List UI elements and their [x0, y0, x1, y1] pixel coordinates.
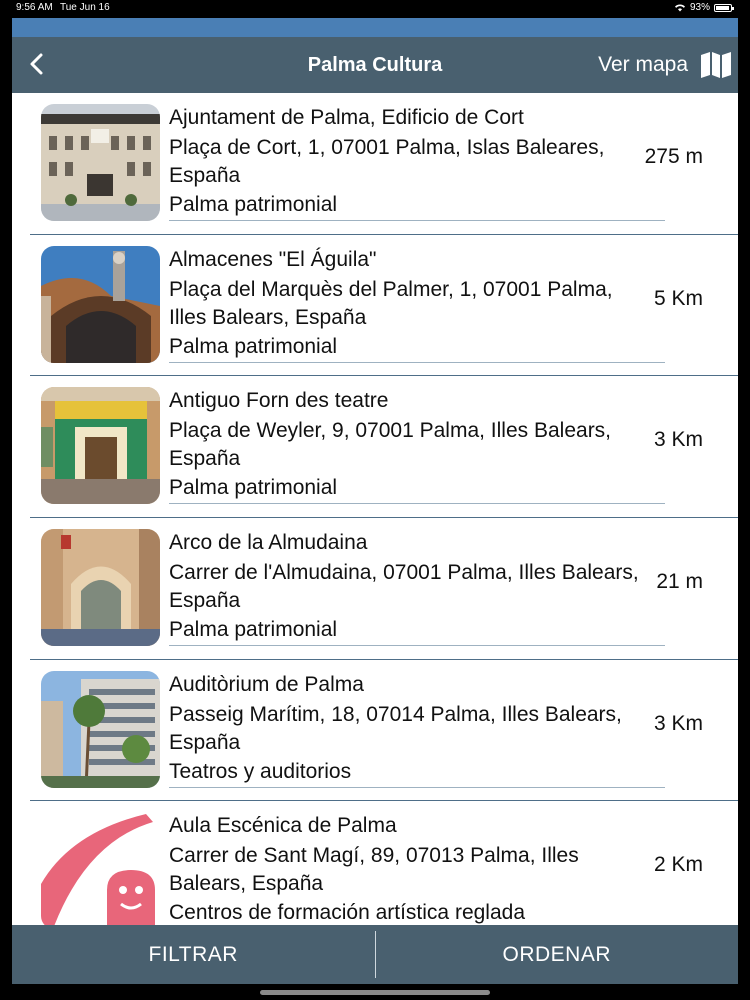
text-underline: [169, 503, 665, 505]
battery-percent: 93%: [689, 2, 710, 13]
item-name: Antiguo Forn des teatre: [169, 389, 389, 413]
list-item[interactable]: Almacenes "El Águila" Plaça del Marquès …: [12, 235, 738, 377]
item-name: Aula Escénica de Palma: [169, 814, 397, 838]
place-thumbnail: [41, 670, 160, 788]
item-distance: 5 Km: [653, 286, 703, 310]
place-thumbnail: [41, 104, 160, 221]
item-distance: 21 m: [656, 570, 703, 594]
place-thumbnail: [41, 529, 160, 647]
list-item[interactable]: Antiguo Forn des teatre Plaça de Weyler,…: [12, 376, 738, 519]
status-time: 9:56 AM: [16, 2, 53, 13]
item-category: Teatros y auditorios: [169, 759, 352, 783]
item-name: Almacenes "El Águila": [169, 247, 377, 271]
places-list[interactable]: Ajuntament de Palma, Edificio de Cort Pl…: [12, 93, 738, 925]
item-category: Palma patrimonial: [169, 618, 338, 642]
place-thumbnail: [41, 812, 160, 925]
item-text: Aula Escénica de Palma Carrer de Sant Ma…: [169, 811, 639, 925]
list-item[interactable]: Aula Escénica de Palma Carrer de Sant Ma…: [12, 801, 738, 925]
item-distance: 3 Km: [653, 711, 703, 735]
place-thumbnail: [41, 245, 160, 363]
wifi-icon: [674, 4, 685, 12]
item-category: Centros de formación artística reglada: [169, 901, 526, 925]
view-map-button[interactable]: Ver mapa: [598, 51, 732, 79]
sort-button[interactable]: ORDENAR: [376, 925, 739, 984]
status-bar: 9:56 AM Tue Jun 16 93%: [0, 0, 750, 16]
text-underline: [169, 220, 665, 221]
item-address: Plaça de Weyler, 9, 07001 Palma, Illes B…: [169, 419, 612, 471]
item-address: Carrer de l'Almudaina, 07001 Palma, Ille…: [169, 561, 639, 613]
text-underline: [169, 786, 665, 788]
nav-bar: Palma Cultura Ver mapa: [12, 37, 738, 93]
item-category: Palma patrimonial: [169, 193, 338, 216]
bottom-toolbar: FILTRAR ORDENAR: [12, 925, 738, 984]
item-text: Antiguo Forn des teatre Plaça de Weyler,…: [169, 386, 639, 502]
item-category: Palma patrimonial: [169, 476, 338, 500]
item-text: Auditòrium de Palma Passeig Marítim, 18,…: [169, 670, 639, 786]
item-name: Auditòrium de Palma: [169, 672, 364, 696]
item-address: Plaça de Cort, 1, 07001 Palma, Islas Bal…: [169, 136, 605, 187]
status-right: 93%: [674, 2, 734, 13]
map-icon: [701, 52, 731, 78]
item-distance: 275 m: [644, 145, 703, 168]
item-category: Palma patrimonial: [169, 334, 338, 358]
app-window: Palma Cultura Ver mapa Ajuntament de Pal…: [12, 18, 738, 984]
item-address: Carrer de Sant Magí, 89, 07013 Palma, Il…: [169, 844, 579, 896]
item-name: Arco de la Almudaina: [169, 531, 368, 555]
item-address: Passeig Marítim, 18, 07014 Palma, Illes …: [169, 702, 622, 754]
text-underline: [169, 361, 665, 363]
view-map-label: Ver mapa: [598, 53, 688, 76]
home-indicator[interactable]: [260, 990, 490, 995]
battery-icon: [714, 3, 734, 12]
accent-strip: [12, 18, 738, 37]
text-underline: [169, 645, 665, 647]
place-thumbnail: [41, 387, 160, 505]
item-text: Ajuntament de Palma, Edificio de Cort Pl…: [169, 103, 639, 219]
list-item[interactable]: Arco de la Almudaina Carrer de l'Almudai…: [12, 518, 738, 660]
list-item[interactable]: Ajuntament de Palma, Edificio de Cort Pl…: [12, 93, 738, 235]
item-text: Arco de la Almudaina Carrer de l'Almudai…: [169, 528, 639, 644]
list-item[interactable]: Auditòrium de Palma Passeig Marítim, 18,…: [12, 660, 738, 802]
item-distance: 3 Km: [653, 428, 703, 452]
item-address: Plaça del Marquès del Palmer, 1, 07001 P…: [169, 277, 613, 329]
status-date: Tue Jun 16: [60, 2, 110, 13]
item-name: Ajuntament de Palma, Edificio de Cort: [169, 106, 524, 129]
filter-button[interactable]: FILTRAR: [12, 925, 375, 984]
item-text: Almacenes "El Águila" Plaça del Marquès …: [169, 245, 639, 361]
item-distance: 2 Km: [653, 853, 703, 877]
